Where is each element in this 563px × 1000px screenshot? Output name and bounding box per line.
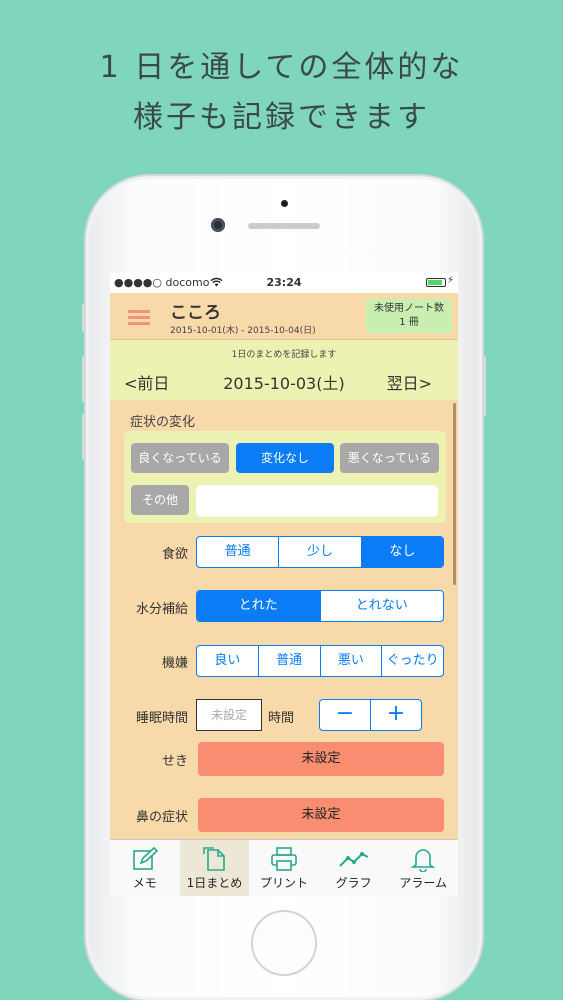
volume-up-button	[82, 356, 86, 402]
tab-bar: メモ 1日まとめ プリント グラフ アラーム	[110, 839, 458, 896]
earpiece-speaker	[248, 223, 320, 229]
hydration-option-not-ok[interactable]: とれない	[319, 591, 444, 621]
status-time: 23:24	[266, 276, 302, 289]
menu-icon[interactable]	[128, 310, 150, 326]
headline-line-1: 1 日を通しての全体的な	[99, 50, 464, 85]
charging-icon: ⚡	[446, 275, 454, 286]
mood-option-exhausted[interactable]: ぐったり	[381, 646, 443, 676]
tab-memo-label: メモ	[132, 876, 157, 890]
unused-notebook-count: 1 冊	[399, 317, 419, 328]
unused-notebook-label: 未使用ノート数	[374, 303, 444, 314]
sleep-increment-button[interactable]: +	[370, 700, 421, 730]
nav-bar: こころ 2015-10-01(木) - 2015-10-04(日) 未使用ノート…	[110, 293, 458, 340]
mood-segmented-control[interactable]: 良い 普通 悪い ぐったり	[196, 645, 444, 677]
headline-line-2: 様子も記録できます	[133, 100, 430, 135]
sleep-hours-field[interactable]: 未設定	[196, 699, 262, 731]
mood-option-bad[interactable]: 悪い	[319, 646, 382, 676]
scrollbar[interactable]	[453, 403, 456, 585]
sleep-stepper[interactable]: − +	[319, 699, 422, 731]
sleep-decrement-button[interactable]: −	[320, 700, 370, 730]
pencil-icon	[132, 846, 158, 870]
tab-alarm[interactable]: アラーム	[388, 840, 458, 896]
nose-select-button[interactable]: 未設定	[198, 798, 444, 832]
appetite-option-little[interactable]: 少し	[278, 537, 360, 567]
hydration-label: 水分補給	[135, 602, 188, 617]
symptom-worse-button[interactable]: 悪くなっている	[340, 443, 439, 473]
symptom-other-input[interactable]	[196, 485, 438, 517]
mood-label: 機嫌	[161, 656, 188, 671]
power-button	[482, 356, 486, 416]
unused-notebook-button[interactable]: 未使用ノート数 1 冊	[366, 299, 452, 333]
proximity-sensor	[281, 200, 288, 207]
tab-graph[interactable]: グラフ	[319, 840, 389, 896]
graph-icon	[338, 852, 369, 867]
status-bar: ●●●●○ docomo 23:24 ⚡	[110, 273, 458, 293]
tab-daily-summary-label: 1日まとめ	[186, 876, 243, 890]
hydration-option-ok[interactable]: とれた	[197, 591, 320, 621]
mute-switch	[82, 304, 86, 332]
symptom-section-label: 症状の変化	[130, 415, 196, 430]
printer-icon	[271, 847, 297, 871]
tab-graph-label: グラフ	[335, 876, 372, 890]
document-icon	[203, 847, 226, 871]
tab-print[interactable]: プリント	[249, 840, 319, 896]
day-caption: 1日のまとめを記録します	[231, 350, 337, 360]
appetite-segmented-control[interactable]: 普通 少し なし	[196, 536, 444, 568]
tab-print-label: プリント	[259, 876, 308, 890]
tab-memo[interactable]: メモ	[110, 840, 180, 896]
symptom-better-button[interactable]: 良くなっている	[131, 443, 229, 473]
appetite-option-normal[interactable]: 普通	[197, 537, 278, 567]
cough-select-button[interactable]: 未設定	[198, 742, 444, 776]
home-button[interactable]	[251, 910, 317, 976]
appetite-label: 食欲	[161, 547, 188, 562]
battery-icon	[426, 278, 446, 287]
tab-alarm-label: アラーム	[399, 876, 447, 890]
symptom-no-change-button[interactable]: 変化なし	[236, 443, 334, 473]
front-camera	[211, 218, 225, 232]
notebook-date-range: 2015-10-01(木) - 2015-10-04(日)	[170, 326, 316, 336]
volume-down-button	[82, 414, 86, 460]
hydration-segmented-control[interactable]: とれた とれない	[196, 590, 444, 622]
bell-icon	[410, 849, 436, 872]
sleep-unit-label: 時間	[268, 711, 295, 726]
appetite-option-none[interactable]: なし	[360, 537, 443, 567]
notebook-title: こころ	[170, 303, 221, 323]
mood-option-normal[interactable]: 普通	[257, 646, 320, 676]
app-screen: ●●●●○ docomo 23:24 ⚡ こころ 2015-10-01(木) -…	[110, 273, 458, 896]
tab-daily-summary[interactable]: 1日まとめ	[179, 840, 250, 896]
symptom-other-button[interactable]: その他	[131, 485, 189, 515]
mood-option-good[interactable]: 良い	[197, 646, 258, 676]
sleep-label: 睡眠時間	[135, 711, 188, 726]
cough-label: せき	[161, 754, 188, 769]
nose-label: 鼻の症状	[135, 810, 188, 825]
next-day-button[interactable]: 翌日>	[387, 370, 432, 394]
day-header: 1日のまとめを記録します <前日 2015-10-03(土) 翌日>	[110, 340, 458, 400]
